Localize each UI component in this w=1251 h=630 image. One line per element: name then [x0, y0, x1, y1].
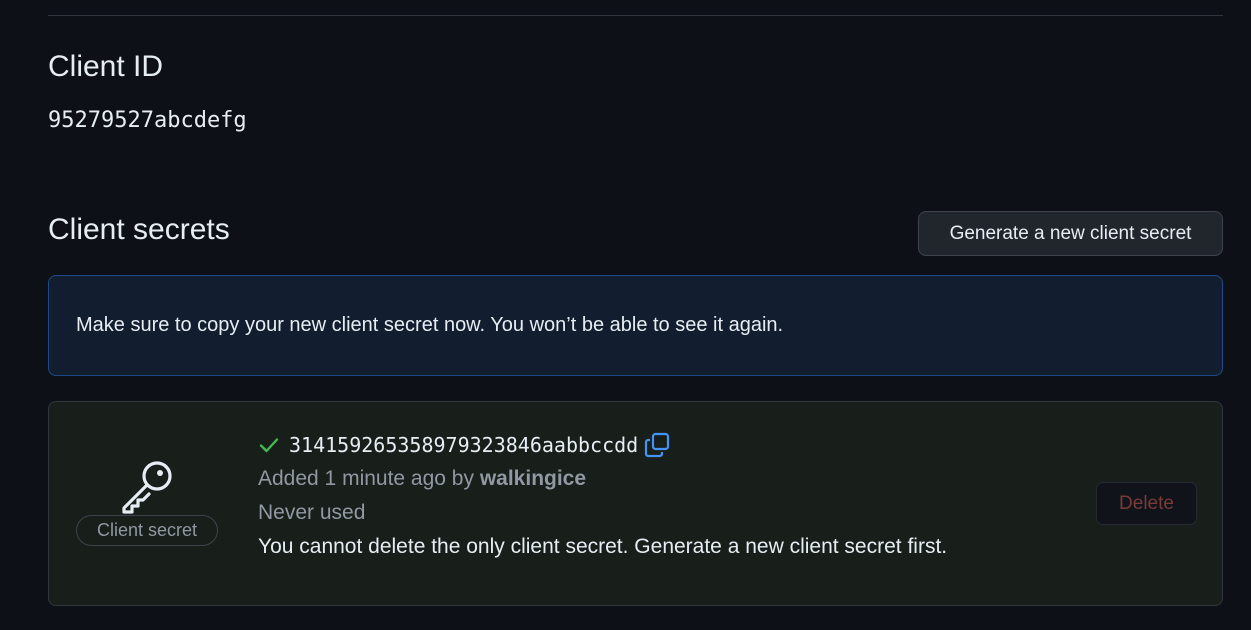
secret-added-info: Added 1 minute ago by walkingice	[258, 467, 586, 491]
added-prefix: Added 1 minute ago by	[258, 467, 480, 490]
client-id-value: 95279527abcdefg	[48, 108, 247, 133]
client-secret-badge: Client secret	[76, 515, 218, 546]
secret-usage-status: Never used	[258, 501, 366, 524]
generate-client-secret-button[interactable]: Generate a new client secret	[918, 211, 1223, 256]
flash-message: Make sure to copy your new client secret…	[76, 314, 784, 336]
client-secrets-heading: Client secrets	[48, 213, 230, 246]
client-secret-item: Client secret 314159265358979323846aabbc…	[48, 401, 1223, 606]
added-by-user: walkingice	[479, 467, 587, 490]
delete-secret-button[interactable]: Delete	[1096, 482, 1197, 525]
section-divider	[48, 15, 1223, 16]
check-icon	[259, 438, 279, 453]
delete-restriction-notice: You cannot delete the only client secret…	[258, 535, 948, 558]
secret-value-row: 314159265358979323846aabbccdd	[258, 430, 671, 460]
copy-secret-flash-notice: Make sure to copy your new client secret…	[48, 275, 1223, 376]
client-secret-value[interactable]: 314159265358979323846aabbccdd	[289, 433, 638, 457]
oauth-app-settings-page: Client ID 95279527abcdefg Client secrets…	[0, 0, 1251, 630]
key-icon	[122, 461, 172, 514]
client-id-heading: Client ID	[48, 50, 164, 83]
copy-icon[interactable]	[643, 431, 671, 459]
